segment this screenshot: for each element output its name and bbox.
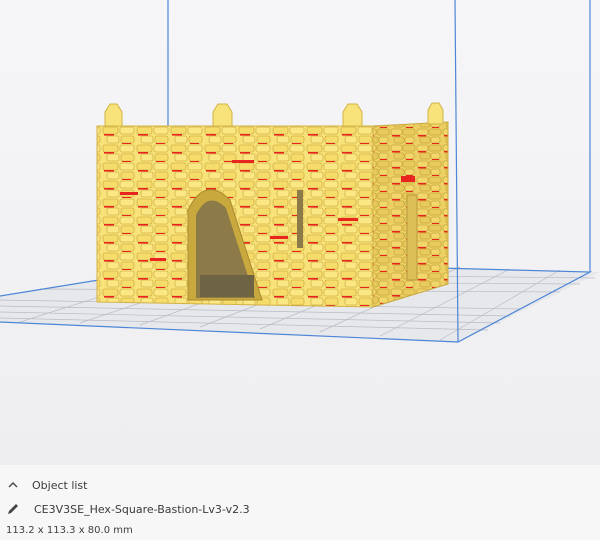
dimensions-text: 113.2 x 113.3 x 80.0 mm	[6, 524, 133, 536]
object-panel: Object list CE3V3SE_Hex-Square-Bastion-L…	[0, 465, 600, 540]
pencil-icon[interactable]	[6, 502, 20, 516]
object-list-label: Object list	[32, 478, 88, 492]
3d-viewport[interactable]	[0, 0, 600, 465]
object-name: CE3V3SE_Hex-Square-Bastion-Lv3-v2.3	[34, 502, 250, 516]
castle-model[interactable]	[96, 102, 449, 308]
object-name-row: CE3V3SE_Hex-Square-Bastion-Lv3-v2.3	[6, 499, 250, 519]
scene-canvas	[0, 0, 600, 343]
object-dimensions: 113.2 x 113.3 x 80.0 mm	[6, 520, 133, 540]
object-list-toggle[interactable]: Object list	[6, 475, 87, 495]
chevron-up-icon	[8, 482, 18, 488]
